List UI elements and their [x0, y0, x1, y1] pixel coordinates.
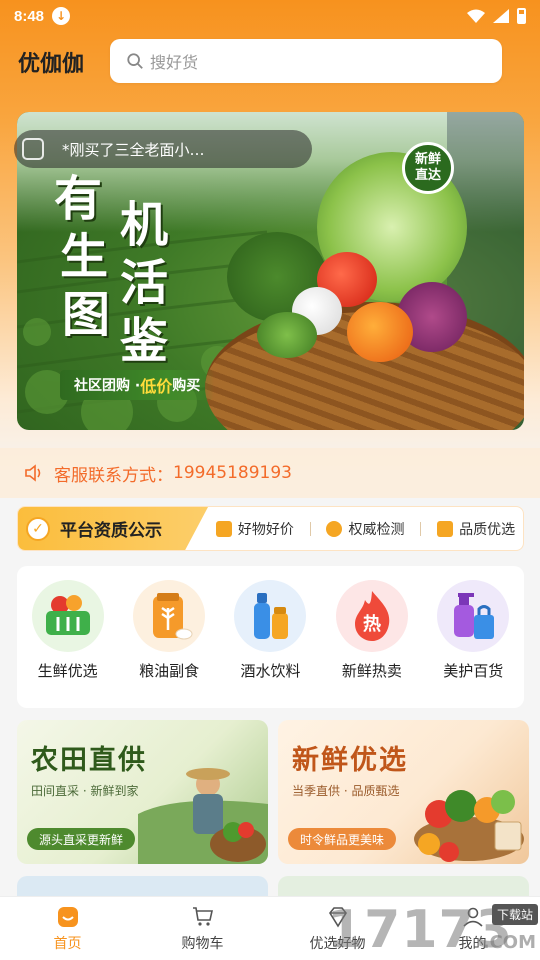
grain-bag-icon: [133, 580, 206, 652]
search-placeholder: 搜好货: [150, 53, 199, 72]
package-icon: [437, 520, 454, 537]
cosmetics-icon: [437, 580, 510, 652]
promo-card-farm-direct[interactable]: 农田直供 田间直采 · 新鲜到家 源头直采更新鲜: [17, 720, 268, 864]
service-label: 客服联系方式：: [54, 465, 173, 486]
divider: [309, 521, 311, 536]
cart-icon: [192, 906, 213, 926]
fresh-delivery-badge: 新鲜 直达: [402, 142, 454, 194]
category-beauty-goods[interactable]: 美护百货: [431, 580, 515, 708]
banner-title-char: 鉴: [120, 313, 169, 369]
brand-title: 优伽伽: [18, 51, 85, 76]
home-icon: [57, 906, 78, 927]
diamond-icon: [328, 906, 347, 928]
tab-cart[interactable]: 购物车: [153, 905, 253, 953]
download-notification-icon: ↓: [52, 7, 71, 25]
divider: [420, 521, 422, 536]
promo-title: 新鲜优选: [292, 745, 408, 776]
app-header: 优伽伽 搜好货: [0, 38, 540, 84]
tab-label: 我的: [458, 935, 487, 952]
category-label: 美护百货: [443, 662, 504, 680]
battery-icon: [517, 8, 526, 24]
avatar: [22, 138, 44, 160]
search-icon: [127, 53, 143, 69]
badge-line-1: 新鲜: [414, 152, 441, 167]
purchase-notice-pill[interactable]: *刚买了三全老面小…: [14, 130, 312, 168]
quality-item-label: 权威检测: [348, 521, 405, 538]
vegetable-basket-image: [414, 790, 524, 862]
badge-line-2: 直达: [414, 168, 441, 183]
quality-item-good-price: 好物好价: [215, 519, 294, 539]
category-label: 新鲜热卖: [341, 662, 402, 680]
slogan-highlight: 低价: [140, 377, 173, 396]
banner-title-column-1: 有 生 图: [54, 170, 112, 344]
category-hot-sale[interactable]: 热 新鲜热卖: [330, 580, 414, 708]
pepper-image: [347, 302, 413, 362]
category-fresh[interactable]: 生鲜优选: [26, 580, 110, 708]
promo-pill: 源头直采更新鲜: [27, 828, 136, 850]
category-grid: 生鲜优选 粮油副食 酒水饮料 热 新鲜热卖 美护百货: [17, 566, 524, 708]
medal-icon: [326, 520, 343, 537]
wifi-icon: [467, 9, 485, 23]
person-icon: [462, 907, 483, 927]
banner-title-char: 活: [120, 255, 169, 311]
status-bar: 8:48 ↓: [0, 0, 540, 32]
cucumber-image: [257, 312, 317, 358]
bottom-tab-bar: 首页 购物车 优选好物 我的: [0, 896, 540, 960]
banner-title-char: 图: [62, 287, 113, 343]
category-label: 生鲜优选: [37, 662, 98, 680]
hot-flame-icon: 热: [335, 580, 408, 652]
thumbs-up-icon: [215, 520, 232, 537]
promo-pill: 时令鲜品更美味: [288, 828, 397, 850]
banner-slogan: 社区团购 · 低价 购买: [60, 370, 215, 400]
search-input[interactable]: 搜好货: [110, 39, 502, 83]
quality-item-label: 品质优选: [459, 521, 516, 538]
category-label: 酒水饮料: [240, 662, 301, 680]
category-drinks[interactable]: 酒水饮料: [228, 580, 312, 708]
customer-service-line[interactable]: 客服联系方式： 19945189193: [0, 448, 540, 498]
slogan-part-a: 社区团购 ·: [74, 378, 141, 394]
purchase-notice-text: *刚买了三全老面小…: [62, 140, 205, 159]
bottles-icon: [234, 580, 307, 652]
farmer-image: [138, 768, 268, 864]
service-phone: 19945189193: [173, 463, 292, 483]
status-time: 8:48: [14, 7, 45, 25]
promo-subtitle: 田间直采 · 新鲜到家: [31, 784, 139, 798]
quality-item-inspection: 权威检测: [326, 519, 404, 539]
category-grain-oil[interactable]: 粮油副食: [127, 580, 211, 708]
tab-mine[interactable]: 我的: [423, 905, 523, 953]
promo-title: 农田直供: [31, 745, 147, 776]
banner-title-char: 机: [120, 197, 169, 253]
speaker-icon: [25, 464, 41, 482]
tab-label: 首页: [53, 935, 82, 952]
basket-icon: [31, 580, 104, 652]
tab-label: 购物车: [181, 935, 224, 952]
slogan-part-c: 购买: [172, 378, 201, 394]
quality-item-label: 好物好价: [237, 521, 294, 538]
banner-title-char: 有: [54, 171, 105, 227]
promo-subtitle: 当季直供 · 品质甄选: [292, 784, 400, 798]
tab-featured[interactable]: 优选好物: [288, 905, 388, 953]
platform-qualification-bar[interactable]: ✓ 平台资质公示 好物好价 权威检测 品质优选: [17, 506, 524, 551]
verified-check-icon: ✓: [26, 516, 50, 541]
tab-label: 优选好物: [309, 935, 366, 952]
category-label: 粮油副食: [139, 662, 200, 680]
qualification-title: 平台资质公示: [60, 521, 162, 541]
tab-home[interactable]: 首页: [18, 905, 118, 953]
banner-title-char: 生: [60, 229, 111, 285]
qualification-title-block: ✓ 平台资质公示: [18, 507, 208, 550]
hot-badge-text: 热: [363, 613, 381, 635]
promo-card-fresh-select[interactable]: 新鲜优选 当季直供 · 品质甄选 时令鲜品更美味: [278, 720, 529, 864]
banner-title-column-2: 机 活 鉴: [120, 196, 168, 370]
signal-icon: [493, 9, 509, 23]
quality-item-selection: 品质优选: [437, 519, 515, 539]
